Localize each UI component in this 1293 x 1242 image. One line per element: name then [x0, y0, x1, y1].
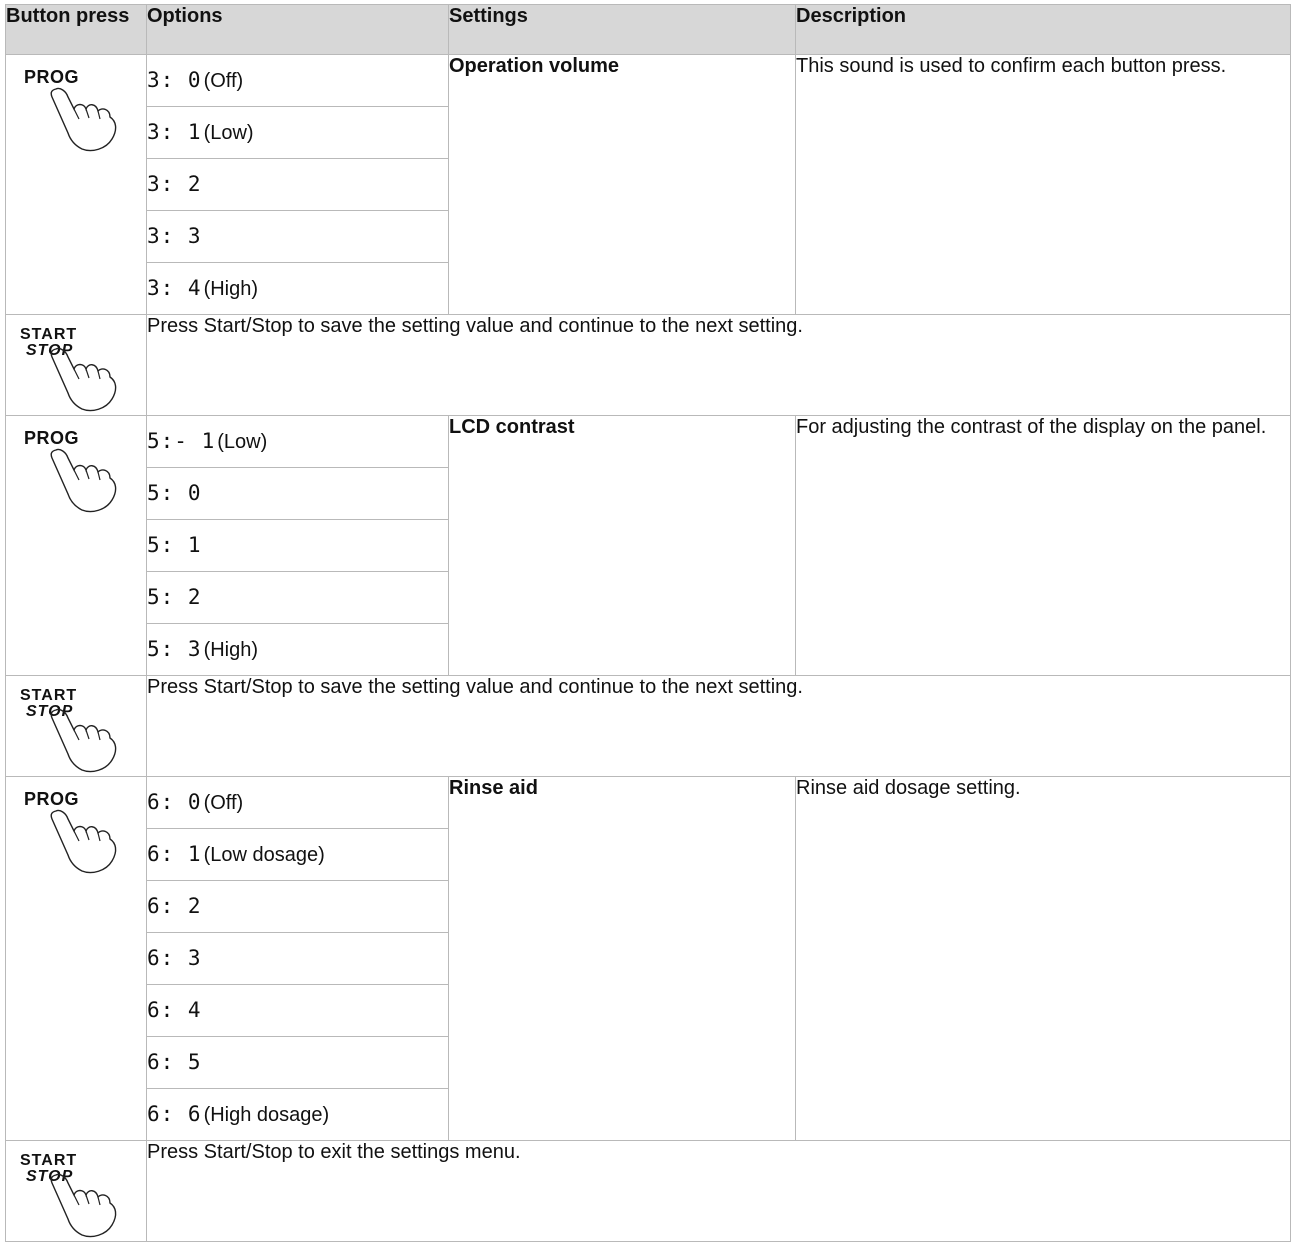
settings-table: Button press Options Settings Descriptio…	[5, 4, 1291, 1242]
setting-description: This sound is used to confirm each butto…	[795, 54, 1291, 315]
table-row: START STOP Press Start/Stop to exit the s…	[5, 1140, 1291, 1242]
option-cell: 6: 4	[146, 984, 449, 1037]
option-code: 6: 4	[147, 998, 202, 1022]
option-code: 3: 1	[147, 120, 202, 144]
option-code: 3: 4	[147, 276, 202, 300]
table-row: START STOP Press Start/Stop to save the s…	[5, 314, 1291, 416]
setting-name: Rinse aid	[448, 776, 796, 1141]
option-code: 5:- 1	[147, 429, 216, 453]
option-cell: 5: 2	[146, 571, 449, 624]
option-code: 3: 0	[147, 68, 202, 92]
option-label: (High)	[203, 639, 259, 661]
option-label: (Off)	[203, 70, 244, 92]
header-options: Options	[146, 4, 449, 55]
prog-button-graphic: PROG	[16, 426, 136, 516]
option-cell: 3: 4 (High)	[146, 262, 449, 315]
instruction-text: Press Start/Stop to save the setting val…	[146, 675, 1291, 777]
table-row: PROG 3: 0 (Off) Operation volume This sound…	[5, 54, 1291, 315]
pressing-hand-icon	[50, 347, 117, 412]
pressing-hand-icon	[50, 708, 117, 773]
prog-button-graphic: PROG	[16, 65, 136, 155]
pressing-hand-icon	[50, 1173, 117, 1238]
pressing-hand-icon	[50, 87, 117, 152]
table-row: PROG 5:- 1 (Low) LCD contrast For adjusting…	[5, 415, 1291, 676]
start-stop-button-graphic: START STOP	[16, 325, 136, 415]
prog-button-cell: PROG	[5, 415, 147, 676]
option-code: 5: 0	[147, 481, 202, 505]
start-stop-button-cell: START STOP	[5, 675, 147, 777]
option-cell: 3: 2	[146, 158, 449, 211]
start-stop-button-graphic: START STOP	[16, 686, 136, 776]
prog-button-cell: PROG	[5, 776, 147, 1141]
option-label: (Low dosage)	[203, 844, 325, 866]
setting-name: Operation volume	[448, 54, 796, 315]
option-cell: 6: 1 (Low dosage)	[146, 828, 449, 881]
setting-description: Rinse aid dosage setting.	[795, 776, 1291, 1141]
start-label: START	[20, 1152, 78, 1169]
prog-button-cell: PROG	[5, 54, 147, 315]
table-row: START STOP Press Start/Stop to save the s…	[5, 675, 1291, 777]
option-code: 6: 3	[147, 946, 202, 970]
header-description: Description	[795, 4, 1291, 55]
pressing-hand-icon	[50, 809, 117, 874]
start-stop-button-cell: START STOP	[5, 314, 147, 416]
start-stop-button-graphic: START STOP	[16, 1151, 136, 1241]
option-code: 5: 1	[147, 533, 202, 557]
option-code: 6: 0	[147, 790, 202, 814]
table-header: Button press Options Settings Descriptio…	[5, 4, 1291, 55]
setting-description: For adjusting the contrast of the displa…	[795, 415, 1291, 676]
option-label: (High dosage)	[203, 1104, 330, 1126]
option-code: 6: 2	[147, 894, 202, 918]
option-code: 6: 1	[147, 842, 202, 866]
option-cell: 5: 0	[146, 467, 449, 520]
option-cell: 3: 3	[146, 210, 449, 263]
header-settings: Settings	[448, 4, 796, 55]
option-code: 6: 5	[147, 1050, 202, 1074]
option-label: (High)	[203, 278, 259, 300]
start-label: START	[20, 687, 78, 704]
table-body: PROG 3: 0 (Off) Operation volume This sound…	[5, 54, 1291, 1242]
option-cell: 5: 3 (High)	[146, 623, 449, 676]
option-cell: 6: 6 (High dosage)	[146, 1088, 449, 1141]
prog-button-graphic: PROG	[16, 787, 136, 877]
option-cell: 6: 0 (Off)	[146, 776, 449, 829]
option-cell: 6: 2	[146, 880, 449, 933]
option-label: (Off)	[203, 792, 244, 814]
option-code: 5: 2	[147, 585, 202, 609]
setting-name: LCD contrast	[448, 415, 796, 676]
table-row: PROG 6: 0 (Off) Rinse aid Rinse aid dosage …	[5, 776, 1291, 1141]
instruction-text: Press Start/Stop to save the setting val…	[146, 314, 1291, 416]
option-code: 6: 6	[147, 1102, 202, 1126]
start-stop-button-cell: START STOP	[5, 1140, 147, 1242]
option-code: 3: 3	[147, 224, 202, 248]
instruction-text: Press Start/Stop to exit the settings me…	[146, 1140, 1291, 1242]
option-label: (Low)	[203, 122, 254, 144]
start-label: START	[20, 326, 78, 343]
option-cell: 6: 3	[146, 932, 449, 985]
option-label: (Low)	[217, 431, 268, 453]
option-cell: 6: 5	[146, 1036, 449, 1089]
option-cell: 3: 1 (Low)	[146, 106, 449, 159]
option-cell: 3: 0 (Off)	[146, 54, 449, 107]
header-button-press: Button press	[5, 4, 147, 55]
option-code: 5: 3	[147, 637, 202, 661]
option-cell: 5:- 1 (Low)	[146, 415, 449, 468]
option-code: 3: 2	[147, 172, 202, 196]
pressing-hand-icon	[50, 448, 117, 513]
option-cell: 5: 1	[146, 519, 449, 572]
